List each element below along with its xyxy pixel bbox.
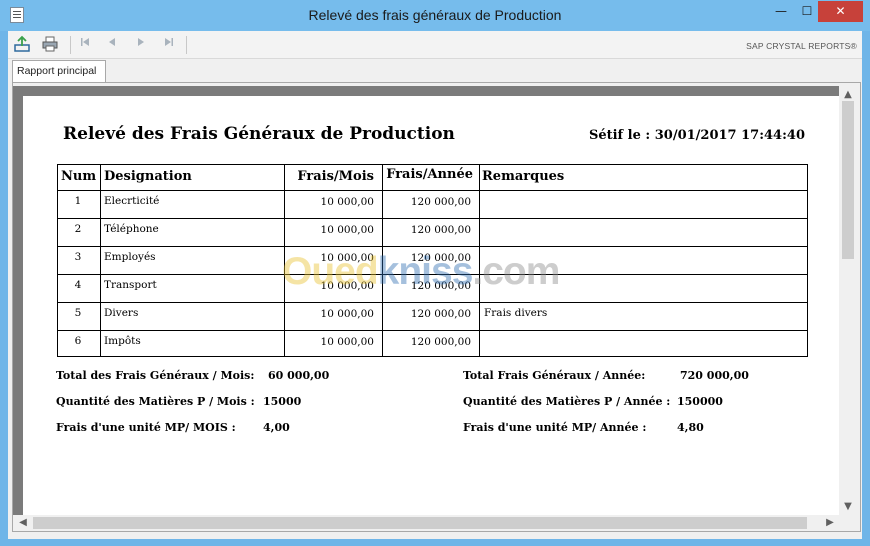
first-page-icon[interactable]	[75, 35, 95, 55]
summary-label: Quantité des Matières P / Année :	[463, 395, 671, 408]
cell-frais-mois: 10 000,00	[320, 336, 374, 348]
column-header-num: Num	[61, 169, 97, 184]
column-header-remarques: Remarques	[482, 169, 565, 184]
close-button[interactable]: ✕	[818, 1, 863, 22]
cell-num: 2	[74, 223, 82, 235]
cell-designation: Transport	[104, 279, 157, 291]
horizontal-scroll-thumb[interactable]	[33, 517, 807, 529]
cell-frais-mois: 10 000,00	[320, 196, 374, 208]
tab-rapport-principal[interactable]: Rapport principal	[12, 60, 106, 82]
export-icon[interactable]	[12, 35, 32, 55]
watermark-part: .com	[472, 250, 560, 293]
cell-designation: Téléphone	[104, 223, 159, 235]
cell-designation: Divers	[104, 307, 139, 319]
viewer-background	[13, 86, 23, 516]
previous-page-icon[interactable]	[102, 35, 122, 55]
column-header-designation: Designation	[104, 169, 192, 184]
column-header-frais-annee: Frais/Année	[386, 167, 473, 182]
report-date: Sétif le : 30/01/2017 17:44:40	[588, 128, 805, 143]
watermark-part: kniss	[377, 250, 474, 293]
table-row-divider	[57, 302, 808, 303]
scroll-right-icon[interactable]: ▶	[823, 517, 837, 529]
summary-value: 4,80	[677, 421, 704, 434]
summary-label: Quantité des Matières P / Mois :	[56, 395, 255, 408]
minimize-button[interactable]: —	[768, 1, 794, 21]
summary-value: 60 000,00	[268, 369, 330, 382]
viewer-background	[13, 86, 839, 96]
cell-frais-mois: 10 000,00	[320, 308, 374, 320]
cell-designation: Impôts	[104, 335, 141, 347]
cell-frais-annee: 120 000,00	[410, 196, 471, 208]
summary-label: Frais d'une unité MP/ Année :	[463, 421, 647, 434]
watermark: Ouedkniss.com	[282, 250, 560, 294]
toolbar-separator	[70, 36, 71, 54]
table-row-divider	[57, 330, 808, 331]
summary-label: Total Frais Généraux / Année:	[463, 369, 646, 382]
cell-num: 1	[74, 195, 82, 207]
next-page-icon[interactable]	[131, 35, 151, 55]
cell-frais-mois: 10 000,00	[320, 224, 374, 236]
summary-label: Frais d'une unité MP/ MOIS :	[56, 421, 236, 434]
cell-designation: Employés	[104, 251, 156, 263]
column-header-frais-mois: Frais/Mois	[297, 169, 374, 184]
last-page-icon[interactable]	[159, 35, 179, 55]
summary-value: 150000	[677, 395, 723, 408]
report-title: Relevé des Frais Généraux de Production	[63, 124, 455, 144]
watermark-part: Oued	[282, 250, 379, 293]
cell-num: 4	[74, 279, 82, 291]
cell-frais-annee: 120 000,00	[410, 308, 471, 320]
scroll-down-icon[interactable]: ▼	[841, 501, 855, 513]
toolbar-separator	[186, 36, 187, 54]
scroll-left-icon[interactable]: ◀	[16, 517, 30, 529]
print-icon[interactable]	[40, 35, 60, 55]
cell-frais-annee: 120 000,00	[410, 224, 471, 236]
scroll-up-icon[interactable]: ▲	[841, 89, 855, 101]
table-column-divider	[100, 164, 101, 357]
table-row-divider	[57, 218, 808, 219]
summary-value: 4,00	[263, 421, 290, 434]
summary-label: Total des Frais Généraux / Mois:	[56, 369, 255, 382]
brand-label: SAP CRYSTAL REPORTS®	[746, 41, 857, 51]
maximize-button[interactable]: ☐	[794, 1, 820, 21]
cell-designation: Elecrticité	[104, 195, 160, 207]
summary-value: 15000	[263, 395, 302, 408]
cell-num: 5	[74, 307, 82, 319]
cell-remarques: Frais divers	[484, 307, 548, 319]
cell-frais-annee: 120 000,00	[410, 336, 471, 348]
summary-value: 720 000,00	[680, 369, 749, 382]
cell-num: 3	[74, 251, 82, 263]
table-row-divider	[57, 190, 808, 191]
window-title: Relevé des frais généraux de Production	[308, 7, 562, 23]
cell-num: 6	[74, 335, 82, 347]
vertical-scroll-thumb[interactable]	[842, 101, 854, 259]
table-row-divider	[57, 246, 808, 247]
